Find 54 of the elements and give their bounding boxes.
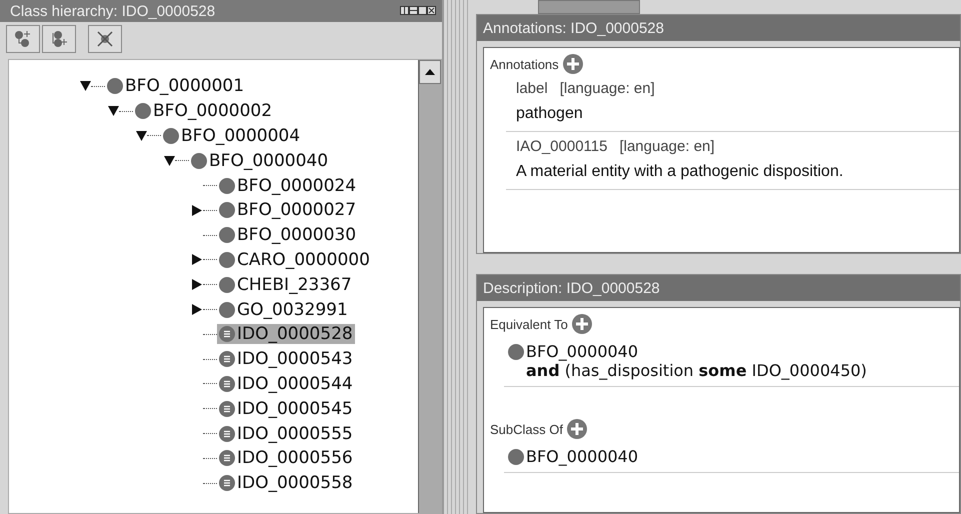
section-heading: Equivalent To: [490, 316, 568, 332]
collapsed-arrow-icon[interactable]: [192, 204, 202, 216]
add-icon[interactable]: [562, 54, 583, 74]
window-controls-icon[interactable]: [400, 6, 436, 16]
annotation-language: [language: en]: [560, 80, 655, 97]
tree-item[interactable]: BFO_0000027: [217, 200, 358, 220]
tree-item[interactable]: CHEBI_23367: [217, 274, 354, 295]
annotation-value: pathogen: [516, 105, 584, 123]
tree-item[interactable]: IDO_0000543: [217, 349, 355, 370]
section-heading: Annotations: [490, 56, 559, 72]
tree-item[interactable]: BFO_0000001: [105, 76, 246, 96]
tree-item[interactable]: BFO_0000004: [161, 126, 302, 146]
annotation-language: [language: en]: [619, 138, 715, 155]
tree-item[interactable]: IDO_0000528: [217, 324, 355, 344]
add-icon[interactable]: [572, 314, 592, 334]
class-expression: and (has_disposition some IDO_0000450): [525, 361, 868, 380]
expanded-arrow-icon[interactable]: [80, 81, 90, 92]
scroll-up-icon[interactable]: [425, 69, 435, 75]
tree-item[interactable]: GO_0032991: [217, 300, 350, 320]
annotation-property: label: [516, 80, 548, 97]
panel-title: Description: IDO_0000528: [477, 275, 960, 301]
class-circle-icon: [508, 448, 524, 464]
class-name: BFO_0000040: [526, 342, 638, 361]
add-icon[interactable]: [566, 419, 587, 439]
tree-item[interactable]: BFO_0000040: [189, 150, 330, 171]
collapsed-arrow-icon[interactable]: [192, 279, 202, 290]
tree-item[interactable]: IDO_0000555: [217, 424, 355, 444]
panel-title: Annotations: IDO_0000528: [477, 15, 960, 41]
collapsed-arrow-icon[interactable]: [192, 304, 202, 316]
expanded-arrow-icon[interactable]: [164, 156, 174, 166]
add-sibling-icon: [50, 30, 68, 48]
delete-class-button[interactable]: [88, 25, 122, 53]
annotation-value: A material entity with a pathogenic disposition.: [516, 163, 844, 181]
class-name: BFO_0000040: [526, 447, 638, 466]
tree-item[interactable]: CARO_0000000: [217, 250, 372, 270]
tree-item[interactable]: BFO_0000002: [133, 101, 274, 122]
add-subclass-button[interactable]: [6, 25, 40, 53]
panel-title: Class hierarchy: IDO_0000528: [10, 2, 216, 20]
scrollbar[interactable]: [418, 60, 441, 513]
annotation-property: IAO_0000115: [516, 138, 608, 155]
tree-item[interactable]: IDO_0000558: [217, 473, 355, 494]
delete-class-icon: [96, 30, 114, 48]
tree-item[interactable]: BFO_0000030: [217, 225, 358, 246]
tree-item[interactable]: IDO_0000545: [217, 398, 355, 419]
expanded-arrow-icon[interactable]: [108, 106, 118, 116]
collapsed-arrow-icon[interactable]: [192, 254, 202, 266]
add-subclass-icon: [14, 30, 32, 48]
section-heading: SubClass Of: [490, 422, 563, 436]
tree-item[interactable]: IDO_0000544: [217, 374, 355, 394]
class-circle-icon: [508, 344, 524, 360]
expanded-arrow-icon[interactable]: [136, 130, 146, 141]
tree-item[interactable]: IDO_0000556: [217, 448, 355, 468]
add-sibling-button[interactable]: [42, 25, 76, 53]
tree-item[interactable]: BFO_0000024: [217, 176, 358, 196]
